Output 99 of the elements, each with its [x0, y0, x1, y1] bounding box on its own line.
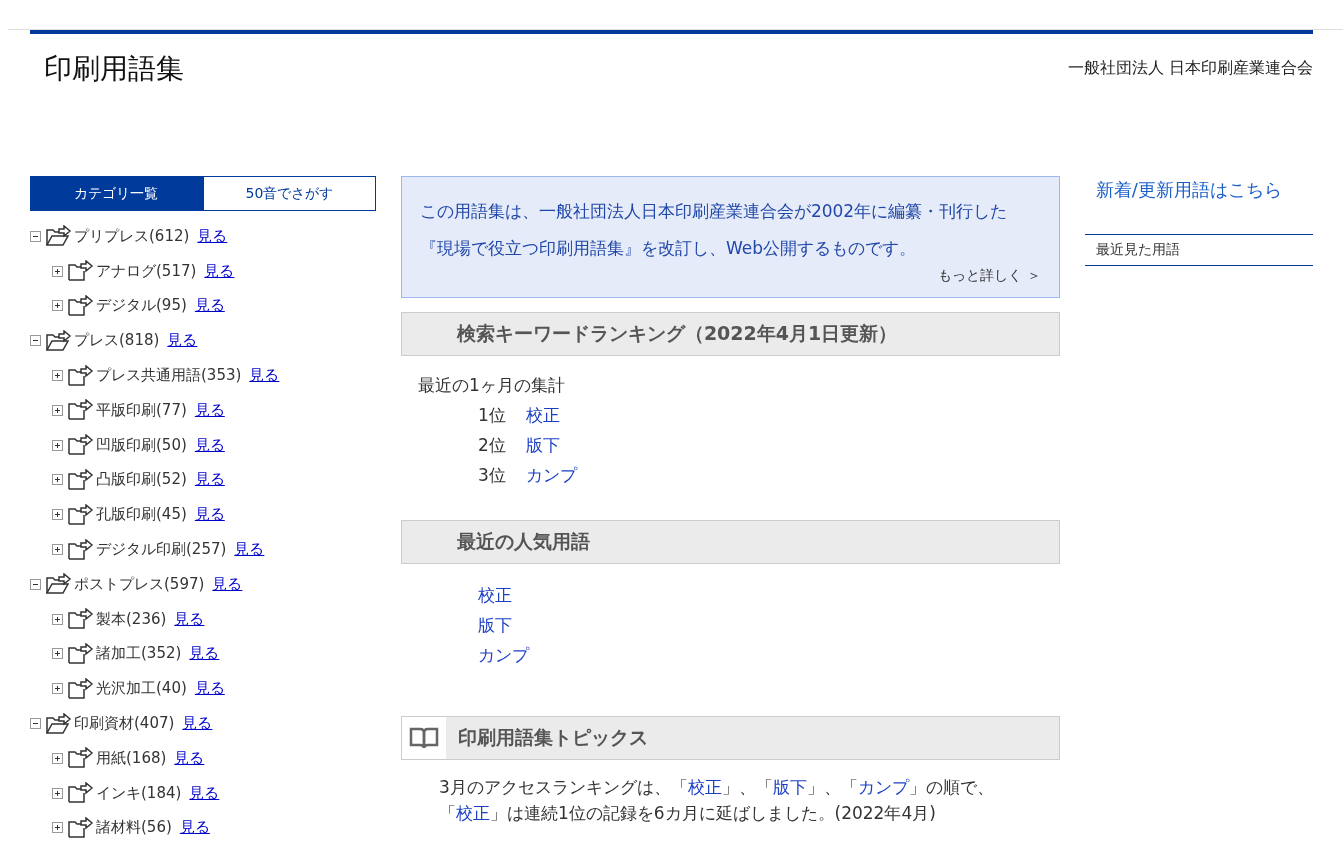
- view-link[interactable]: 見る: [189, 644, 220, 664]
- category-label: 光沢加工(40): [96, 679, 187, 699]
- expand-icon[interactable]: [52, 752, 63, 764]
- view-link[interactable]: 見る: [212, 574, 243, 594]
- more-details-link[interactable]: もっと詳しく ＞: [938, 267, 1041, 285]
- intro-text: この用語集は、一般社団法人日本印刷産業連合会が2002年に編纂・刊行した『現場で役立つ印刷用語集』を改訂し、Web公開するものです。: [419, 200, 1009, 260]
- folder-arrow-icon: [68, 816, 94, 839]
- collapse-icon[interactable]: [30, 718, 41, 730]
- category-label: 平版印刷(77): [96, 400, 187, 420]
- term-link[interactable]: 校正: [455, 803, 490, 823]
- tab[interactable]: カテゴリ一覧: [30, 176, 203, 211]
- folder-arrow-icon: [68, 538, 94, 561]
- view-link[interactable]: 見る: [194, 296, 225, 316]
- view-link[interactable]: 見る: [194, 470, 225, 490]
- expand-icon[interactable]: [52, 509, 63, 521]
- rank-number: 3位: [477, 464, 507, 487]
- folder-arrow-icon: [68, 399, 94, 422]
- category-label: 用紙(168): [96, 748, 167, 768]
- view-link[interactable]: 見る: [234, 540, 265, 560]
- category-label: 諸材料(56): [96, 818, 172, 838]
- new-terms-link[interactable]: 新着/更新用語はこちら: [1084, 178, 1313, 202]
- book-icon: [408, 726, 439, 750]
- term-link[interactable]: 版下: [772, 777, 807, 797]
- folder-arrow-icon: [68, 782, 94, 805]
- collapse-icon[interactable]: [30, 578, 41, 590]
- expand-icon[interactable]: [52, 404, 63, 416]
- section-heading: 最近の人気用語: [400, 520, 1060, 564]
- view-link[interactable]: 見る: [182, 714, 213, 734]
- recent-terms-heading: 最近見た用語: [1084, 234, 1313, 266]
- ranking-note: 最近の1ヶ月の集計: [417, 374, 566, 397]
- folder-arrow-icon: [68, 503, 94, 526]
- rank-number: 1位: [477, 404, 507, 427]
- category-label: 凸版印刷(52): [96, 470, 187, 490]
- expand-icon[interactable]: [52, 613, 63, 625]
- section-heading: 検索キーワードランキング（2022年4月1日更新）: [400, 312, 1060, 356]
- expand-icon[interactable]: [52, 474, 63, 486]
- expand-icon[interactable]: [52, 822, 63, 834]
- category-label: 凹版印刷(50): [96, 435, 187, 455]
- expand-icon[interactable]: [52, 648, 63, 660]
- category-label: デジタル(95): [96, 296, 187, 316]
- term-link[interactable]: 校正: [525, 405, 560, 425]
- organization-name: 一般社団法人 日本印刷産業連合会: [1067, 58, 1313, 79]
- view-link[interactable]: 見る: [204, 261, 235, 281]
- folder-arrow-icon: [68, 747, 94, 770]
- open-folder-icon: [46, 225, 72, 248]
- rank-number: 2位: [477, 434, 507, 457]
- term-link[interactable]: カンプ: [857, 777, 909, 797]
- category-label: 諸加工(352): [96, 644, 182, 664]
- folder-arrow-icon: [68, 677, 94, 700]
- category-label: ポストプレス(597): [74, 574, 205, 594]
- folder-arrow-icon: [68, 468, 94, 491]
- topic-text: 3月のアクセスランキングは、「校正」、「版下」、「カンプ」の順で、「校正」は連続1位の記録を6カ月に延ばしました。(2022年4月): [438, 776, 995, 825]
- term-link[interactable]: 校正: [687, 777, 722, 797]
- section-heading: 印刷用語集トピックス: [457, 725, 648, 750]
- term-link[interactable]: 版下: [525, 435, 560, 455]
- category-label: プレス共通用語(353): [96, 366, 242, 386]
- term-link[interactable]: カンプ: [525, 465, 577, 485]
- view-link[interactable]: 見る: [189, 783, 220, 803]
- open-folder-icon: [46, 573, 72, 596]
- view-link[interactable]: 見る: [194, 679, 225, 699]
- collapse-icon[interactable]: [30, 335, 41, 347]
- site-title: 印刷用語集: [44, 51, 184, 87]
- view-link[interactable]: 見る: [174, 748, 205, 768]
- category-label: インキ(184): [96, 783, 182, 803]
- term-link[interactable]: 版下: [477, 615, 512, 635]
- view-link[interactable]: 見る: [194, 435, 225, 455]
- collapse-icon[interactable]: [30, 230, 41, 242]
- view-link[interactable]: 見る: [179, 818, 210, 838]
- expand-icon[interactable]: [52, 265, 63, 277]
- open-folder-icon: [46, 329, 72, 352]
- expand-icon[interactable]: [52, 544, 63, 556]
- view-link[interactable]: 見る: [197, 226, 228, 246]
- folder-arrow-icon: [68, 608, 94, 631]
- term-link[interactable]: 校正: [477, 585, 512, 605]
- view-link[interactable]: 見る: [194, 400, 225, 420]
- category-label: プリプレス(612): [74, 226, 190, 246]
- tab[interactable]: 50音でさがす: [202, 176, 376, 211]
- view-link[interactable]: 見る: [174, 609, 205, 629]
- category-label: 印刷資材(407): [74, 714, 175, 734]
- view-link[interactable]: 見る: [167, 331, 198, 351]
- folder-arrow-icon: [68, 642, 94, 665]
- view-link[interactable]: 見る: [249, 366, 280, 386]
- expand-icon[interactable]: [52, 683, 63, 695]
- expand-icon[interactable]: [52, 370, 63, 382]
- open-folder-icon: [46, 712, 72, 735]
- category-label: 製本(236): [96, 609, 167, 629]
- folder-arrow-icon: [68, 434, 94, 457]
- term-link[interactable]: カンプ: [477, 645, 529, 665]
- category-label: 孔版印刷(45): [96, 505, 187, 525]
- folder-arrow-icon: [68, 295, 94, 317]
- expand-icon[interactable]: [52, 787, 63, 799]
- category-label: アナログ(517): [96, 261, 197, 281]
- folder-arrow-icon: [68, 260, 94, 283]
- view-link[interactable]: 見る: [194, 505, 225, 525]
- folder-arrow-icon: [68, 364, 94, 387]
- category-label: デジタル印刷(257): [96, 540, 227, 560]
- expand-icon[interactable]: [52, 300, 63, 312]
- expand-icon[interactable]: [52, 439, 63, 451]
- category-label: プレス(818): [74, 331, 160, 351]
